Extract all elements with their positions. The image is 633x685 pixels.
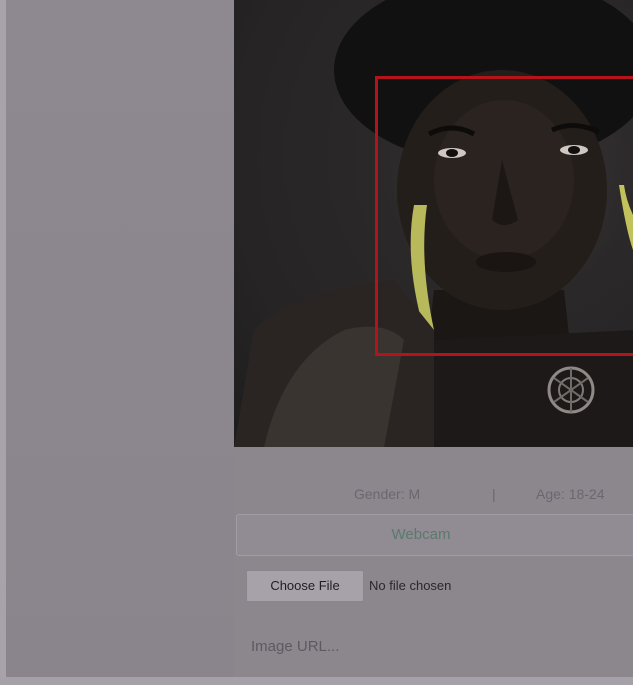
- app-screen: Gender: M | Age: 18-24 Webcam Choose Fil…: [0, 0, 633, 685]
- age-label: Age: 18-24: [536, 486, 605, 502]
- result-separator: |: [492, 486, 496, 502]
- gender-label: Gender: M: [354, 486, 421, 502]
- choose-file-button[interactable]: Choose File: [246, 570, 364, 602]
- left-edge: [0, 0, 6, 685]
- webcam-button[interactable]: Webcam: [236, 514, 633, 556]
- file-status: No file chosen: [369, 578, 452, 593]
- left-panel: [0, 0, 234, 685]
- image-url-input[interactable]: Image URL...: [236, 622, 633, 672]
- face-detection-box: [375, 76, 633, 356]
- bottom-strip: [0, 677, 633, 685]
- input-photo: [234, 0, 633, 447]
- prediction-result: Gender: M | Age: 18-24: [234, 478, 633, 508]
